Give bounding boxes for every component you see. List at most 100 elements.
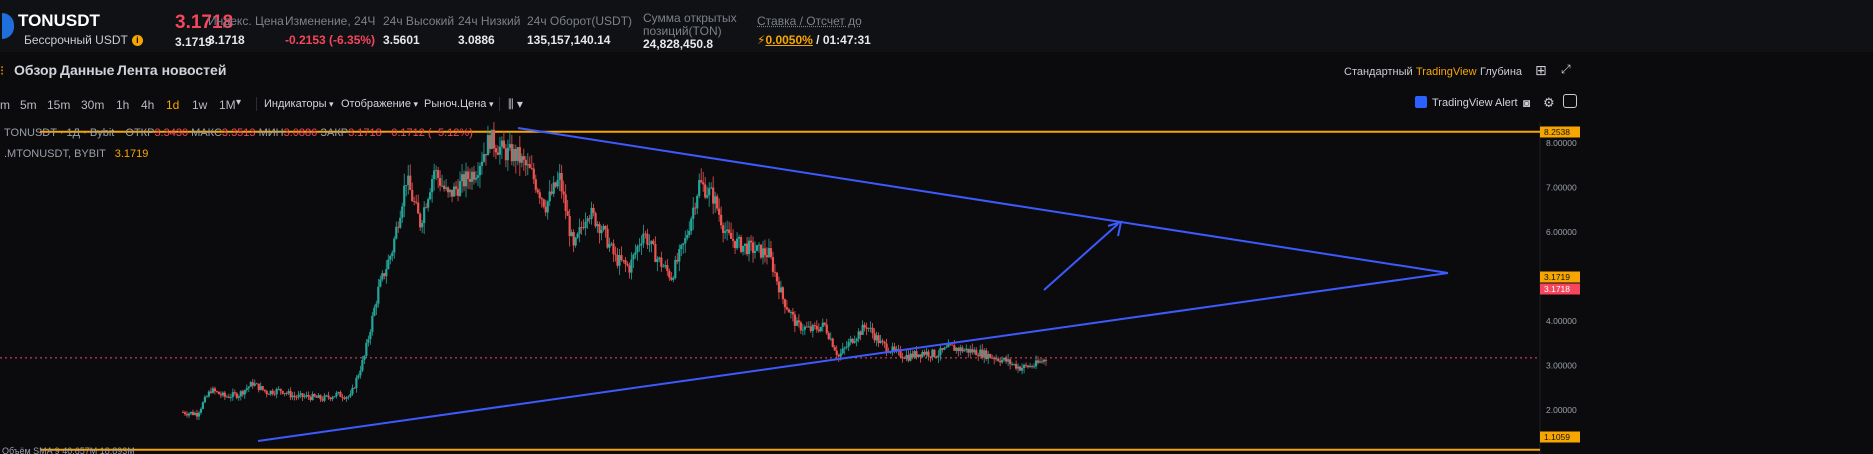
- candle-body: [508, 144, 511, 148]
- candle-body: [335, 392, 338, 397]
- candle-body: [845, 346, 848, 348]
- view-standard[interactable]: Стандартный: [1344, 66, 1413, 78]
- candle-body: [548, 191, 551, 202]
- candle-body: [616, 254, 619, 266]
- candle-body: [801, 329, 804, 331]
- layout-grid-icon[interactable]: ⊞: [1535, 62, 1547, 79]
- tradingview-alert-button[interactable]: TradingView Alert: [1415, 96, 1518, 109]
- chart-area[interactable]: 8.000007.000006.000005.000004.000003.000…: [0, 122, 1873, 454]
- candle-body: [462, 174, 466, 187]
- candle-body: [458, 181, 462, 196]
- tf-4h[interactable]: 4h: [141, 98, 154, 112]
- candle-body: [546, 201, 549, 213]
- candle-body: [291, 395, 294, 398]
- tf-1w[interactable]: 1w: [192, 98, 207, 112]
- candle-body: [783, 299, 787, 308]
- candle-body: [686, 235, 689, 239]
- tf-1M[interactable]: 1M: [219, 98, 236, 112]
- candle-body: [470, 171, 474, 182]
- candle-body: [429, 192, 432, 200]
- tab-news[interactable]: Лента новостей: [117, 62, 226, 78]
- timeframe-dropdown-icon[interactable]: ▾: [236, 97, 241, 108]
- candle-body: [939, 348, 942, 356]
- candle-body: [909, 353, 912, 361]
- candle-body: [983, 350, 986, 358]
- stat-value-index: 3.1718: [208, 33, 245, 47]
- display-button[interactable]: Отображение: [341, 98, 418, 110]
- candle-body: [947, 344, 950, 348]
- candle-body: [921, 351, 924, 357]
- candle-body: [454, 186, 458, 189]
- candle-body: [973, 349, 976, 353]
- candle-body: [257, 383, 260, 390]
- funding-rate[interactable]: 0.0050%: [765, 33, 812, 47]
- tf-5m[interactable]: 5m: [20, 98, 37, 112]
- candle-body: [564, 194, 567, 211]
- candle-body: [1005, 357, 1008, 362]
- candle-body: [901, 356, 904, 359]
- candle-body: [684, 238, 687, 244]
- symbol-title[interactable]: TONUSDT: [18, 11, 100, 31]
- tf-30m[interactable]: 30m: [81, 98, 104, 112]
- candle-body: [722, 225, 725, 233]
- candle-body: [747, 240, 751, 255]
- candle-body: [397, 226, 400, 228]
- candle-body: [540, 198, 543, 200]
- view-tradingview[interactable]: TradingView: [1416, 66, 1477, 78]
- candle-body: [927, 351, 930, 357]
- fullscreen-icon[interactable]: [1563, 94, 1577, 108]
- candle-body: [347, 396, 350, 398]
- candle-body: [327, 395, 330, 398]
- candle-body: [827, 333, 830, 340]
- candle-body: [602, 226, 605, 230]
- candle-body: [478, 165, 482, 176]
- menu-edge-icon[interactable]: ⁝: [0, 63, 4, 79]
- candle-body: [915, 351, 918, 358]
- indicators-button[interactable]: Индикаторы: [264, 98, 334, 110]
- support-trendline: [257, 272, 1449, 442]
- candle-body: [247, 386, 250, 389]
- candle-body: [670, 277, 673, 280]
- candle-body: [568, 215, 571, 236]
- candle-type-icon[interactable]: ⫼ ▾: [508, 97, 523, 112]
- candle-body: [407, 175, 410, 185]
- candle-body: [405, 184, 408, 186]
- camera-icon[interactable]: ◙: [1523, 96, 1530, 110]
- info-icon[interactable]: i: [131, 35, 143, 46]
- expand-icon[interactable]: ⤢: [1561, 62, 1571, 77]
- tf-m[interactable]: m: [0, 98, 10, 112]
- candle-body: [1028, 365, 1032, 368]
- candle-body: [1042, 359, 1046, 362]
- candle-body: [1001, 359, 1004, 363]
- candle-body: [474, 177, 478, 180]
- candle-body: [333, 396, 336, 398]
- candle-body: [500, 140, 503, 147]
- candle-body: [417, 202, 420, 214]
- candle-body: [556, 179, 559, 187]
- candle-body: [745, 243, 749, 255]
- stat-label-change: Изменение, 24Ч: [285, 14, 376, 28]
- candle-body: [199, 408, 203, 413]
- candle-body: [237, 396, 240, 398]
- tf-15m[interactable]: 15m: [47, 98, 70, 112]
- tf-1h[interactable]: 1h: [116, 98, 129, 112]
- tab-data[interactable]: Данные: [60, 62, 114, 78]
- candle-body: [427, 199, 430, 208]
- tf-1d[interactable]: 1d: [166, 98, 179, 112]
- candle-body: [967, 348, 970, 353]
- candle-body: [1009, 359, 1012, 365]
- price-chart[interactable]: 8.000007.000006.000005.000004.000003.000…: [0, 122, 1873, 454]
- candle-body: [435, 170, 438, 171]
- candle-body: [452, 186, 456, 197]
- funding-label[interactable]: Ставка / Отсчет до: [757, 14, 862, 28]
- price-type-button[interactable]: Рыноч.Цена: [424, 98, 493, 110]
- candle-body: [197, 412, 201, 417]
- candle-body: [843, 347, 846, 349]
- settings-icon[interactable]: ⚙: [1543, 95, 1555, 111]
- candle-body: [614, 254, 617, 255]
- view-depth[interactable]: Глубина: [1480, 66, 1522, 78]
- candle-body: [1003, 357, 1006, 360]
- candle-body: [883, 341, 886, 344]
- candle-body: [421, 223, 424, 228]
- tab-overview[interactable]: Обзор: [14, 62, 57, 78]
